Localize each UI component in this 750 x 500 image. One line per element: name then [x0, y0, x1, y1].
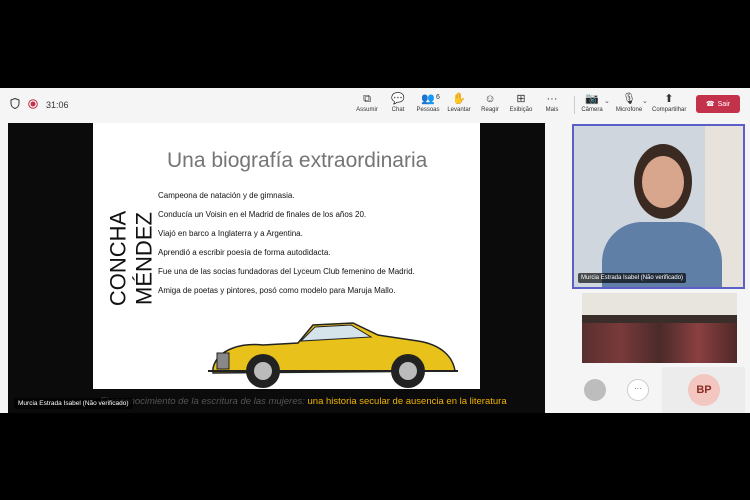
- tool-label: Câmera: [581, 107, 603, 113]
- more-button[interactable]: ··· Mais: [535, 93, 569, 113]
- meeting-status: 31:06: [10, 97, 69, 111]
- meeting-toolbar: 31:06 ⧉ Assumir 💬 Chat 👥 6 Pessoas ✋ Lev…: [0, 88, 750, 120]
- participant-tile[interactable]: BP: [662, 367, 745, 413]
- share-control-icon: ⧉: [363, 93, 371, 105]
- take-control-button[interactable]: ⧉ Assumir: [350, 93, 384, 113]
- slide-bullet: Campeona de natación y de gimnasia.: [158, 191, 295, 200]
- tool-label: Levantar: [447, 107, 471, 113]
- meeting-timer: 31:06: [46, 99, 69, 110]
- camera-name-label: Murcia Estrada Isabel (Não verificado): [578, 273, 687, 283]
- people-button[interactable]: 👥 6 Pessoas: [411, 93, 445, 113]
- tool-label: Assumir: [356, 107, 378, 113]
- meeting-window: 31:06 ⧉ Assumir 💬 Chat 👥 6 Pessoas ✋ Lev…: [0, 88, 750, 413]
- chevron-down-icon[interactable]: ⌄: [642, 97, 648, 105]
- leave-label: Sair: [717, 100, 731, 108]
- share-icon: ⬆: [664, 93, 674, 105]
- tool-label: Reagir: [481, 107, 499, 113]
- slide-bullet: Aprendió a escribir poesía de forma auto…: [158, 248, 331, 257]
- participant-strip: ··· BP: [572, 367, 745, 413]
- caption-highlight: una historia secular de ausencia en la l…: [307, 396, 507, 407]
- presenter-face: [642, 156, 684, 208]
- slide-bullet-list: Campeona de natación y de gimnasia. Cond…: [158, 191, 415, 305]
- presenter-video-tile[interactable]: Murcia Estrada Isabel (Não verificado): [572, 124, 745, 289]
- more-participants-icon[interactable]: ···: [627, 379, 649, 401]
- slide-title: Una biografía extraordinaria: [167, 149, 428, 172]
- people-count: 6: [436, 94, 440, 101]
- room-ceiling: [582, 293, 737, 315]
- microphone-button[interactable]: 🎙 Microfone: [612, 93, 646, 113]
- room-audience: [582, 323, 737, 363]
- recording-icon: [28, 98, 38, 111]
- share-button[interactable]: ⬆ Compartilhar: [652, 93, 686, 113]
- tool-label: Microfone: [615, 107, 643, 113]
- slide-vertical-title: CONCHA MÉNDEZ: [105, 210, 157, 307]
- presenter-name-label: Murcia Estrada Isabel (Não verificado): [14, 398, 133, 409]
- leave-button[interactable]: ☎ Sair: [696, 95, 740, 113]
- tool-label: Mais: [545, 107, 559, 113]
- raise-hand-icon: ✋: [452, 93, 466, 105]
- tool-label: Exibição: [509, 107, 533, 113]
- chat-icon: 💬: [391, 93, 405, 105]
- view-icon: ⊞: [516, 93, 526, 105]
- participant-avatar[interactable]: [584, 379, 606, 401]
- chevron-down-icon[interactable]: ⌄: [604, 97, 610, 105]
- slide-bullet: Conducía un Voisin en el Madrid de final…: [158, 210, 367, 219]
- tool-label: Chat: [391, 107, 405, 113]
- slide-bullet: Fue una de las socias fundadoras del Lyc…: [158, 267, 415, 276]
- presentation-slide: CONCHA MÉNDEZ Una biografía extraordinar…: [93, 123, 480, 389]
- chat-button[interactable]: 💬 Chat: [381, 93, 415, 113]
- participant-initials-avatar: BP: [688, 374, 720, 406]
- view-button[interactable]: ⊞ Exibição: [504, 93, 538, 113]
- react-icon: ☺: [484, 93, 496, 105]
- live-caption: El reconocimiento de la escritura de las…: [100, 396, 507, 407]
- shared-content-stage: CONCHA MÉNDEZ Una biografía extraordinar…: [8, 123, 545, 413]
- phone-hangup-icon: ☎: [705, 101, 715, 108]
- react-button[interactable]: ☺ Reagir: [473, 93, 507, 113]
- shield-icon: [10, 97, 20, 111]
- more-icon: ···: [546, 93, 558, 105]
- slide-bullet: Amiga de poetas y pintores, posó como mo…: [158, 286, 396, 295]
- tool-label: Pessoas: [416, 107, 440, 113]
- slide-bullet: Viajó en barco a Inglaterra y a Argentin…: [158, 229, 303, 238]
- raise-hand-button[interactable]: ✋ Levantar: [442, 93, 476, 113]
- mic-off-icon: 🎙: [622, 93, 636, 105]
- vintage-car-image: [208, 322, 458, 388]
- tool-label: Compartilhar: [652, 107, 687, 113]
- room-video-tile[interactable]: [582, 293, 737, 363]
